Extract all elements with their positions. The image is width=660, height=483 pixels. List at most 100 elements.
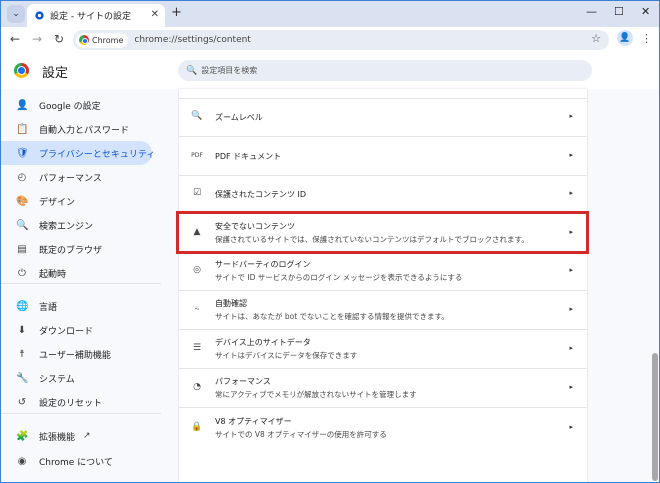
sidebar-item-label: Chrome について — [39, 457, 113, 468]
scrollbar-thumb[interactable] — [652, 353, 658, 481]
settings-row-auto-verify[interactable]: ⍨ 自動確認 サイトは、あなたが bot でないことを確認する情報を提供できます。 ▸ — [179, 292, 587, 328]
sidebar-item-0[interactable]: 👤 Google の設定 — [1, 93, 152, 117]
row-title: V8 オプティマイザー — [215, 417, 292, 426]
chevron-right-icon: ▸ — [569, 151, 573, 159]
tab-settings[interactable]: 設定 - サイトの設定 ✕ — [27, 4, 165, 27]
performance-icon: ◔ — [193, 382, 201, 392]
address-bar[interactable]: Chrome chrome://settings/content ☆ — [73, 30, 609, 50]
sidebar-item-13[interactable]: 🧩 拡張機能 ↗ — [1, 424, 152, 448]
sidebar-item-label: 既定のブラウザ — [39, 245, 103, 256]
row-separator — [179, 407, 587, 408]
sidebar-item-label: ユーザー補助機能 — [39, 350, 111, 361]
sidebar-item-label: Google の設定 — [39, 101, 101, 112]
sidebar-item-label: システム — [39, 374, 75, 385]
chevron-right-icon: ▸ — [569, 266, 573, 274]
third-party-signin-icon: ◎ — [193, 265, 201, 275]
chip-label: Chrome — [92, 35, 124, 45]
sidebar-item-2[interactable]: 🛡 プライバシーとセキュリティ — [1, 141, 156, 165]
settings-row-protected-content[interactable]: ☑ 保護されたコンテンツ ID ▸ — [179, 176, 587, 212]
reload-button[interactable]: ↻ — [54, 32, 64, 46]
row-description: サイトは、あなたが bot でないことを確認する情報を提供できます。 — [215, 312, 449, 321]
shield-icon: 🛡 — [16, 147, 29, 159]
pdf-icon: PDF — [191, 152, 203, 159]
sidebar-item-11[interactable]: 🔧 システム — [1, 366, 152, 390]
row-text: パフォーマンス 常にアクティブでメモリが解放されないサイトを管理します — [215, 376, 417, 400]
row-title: ズームレベル — [215, 113, 263, 122]
sidebar-item-label: プライバシーとセキュリティ — [39, 149, 156, 160]
chevron-right-icon: ▸ — [569, 305, 573, 313]
row-title: 保護されたコンテンツ ID — [215, 190, 307, 199]
row-text: 自動確認 サイトは、あなたが bot でないことを確認する情報を提供できます。 — [215, 298, 449, 322]
sidebar-item-12[interactable]: ↺ 設定のリセット — [1, 390, 152, 414]
back-button[interactable]: ← — [10, 32, 20, 46]
chevron-right-icon: ▸ — [569, 189, 573, 197]
row-title: デバイス上のサイトデータ — [215, 338, 311, 347]
sidebar-item-14[interactable]: ◉ Chrome について — [1, 449, 152, 473]
sidebar-item-9[interactable]: ⬇ ダウンロード — [1, 318, 152, 342]
row-text: PDF ドキュメント — [215, 151, 281, 162]
site-info-chip[interactable]: Chrome — [76, 32, 129, 48]
settings-row-third-party-signin[interactable]: ◎ サードパーティのログインサイトで ID サービスからのログイン メッセージを表… — [179, 253, 587, 289]
download-icon: ⬇ — [17, 324, 27, 336]
row-separator — [179, 136, 587, 137]
search-icon: 🔍 — [186, 65, 198, 76]
sidebar-item-8[interactable]: 🌐 言語 — [1, 294, 152, 318]
sidebar-divider — [1, 283, 161, 284]
history-icon: ↺ — [17, 396, 27, 408]
chevron-right-icon: ▸ — [569, 383, 573, 391]
sidebar-item-label: 設定のリセット — [39, 398, 103, 409]
power-icon: ⏻ — [18, 267, 26, 279]
settings-row-magnifier[interactable]: 🔍 ズームレベル ▸ — [179, 99, 587, 135]
protected-content-icon: ☑ — [192, 188, 202, 198]
sidebar-item-label: 言語 — [39, 302, 58, 313]
row-text: ズームレベル — [215, 112, 263, 123]
sidebar-item-10[interactable]: ☨ ユーザー補助機能 — [1, 342, 152, 366]
new-tab-button[interactable]: + — [171, 5, 182, 20]
sidebar-item-7[interactable]: ⏻ 起動時 — [1, 261, 152, 285]
maximize-button[interactable]: ☐ — [614, 5, 624, 18]
more-menu-icon[interactable]: ⋮ — [641, 32, 652, 45]
row-description: サイトで ID サービスからのログイン メッセージを表示できるようにする — [215, 273, 463, 282]
settings-row-lock[interactable]: 🔒 V8 オプティマイザー サイトでの V8 オプティマイザーの使用を許可する ▸ — [179, 410, 587, 446]
chrome-logo-icon — [79, 35, 89, 45]
sidebar-item-label: 自動入力とパスワード — [39, 125, 130, 136]
sidebar-item-5[interactable]: 🔍 検索エンジン — [1, 213, 152, 237]
page-title: 設定 — [42, 66, 69, 81]
row-title: サードパーティのログイン — [215, 260, 311, 269]
row-title: PDF ドキュメント — [215, 152, 282, 161]
globe-icon: 🌐 — [16, 300, 29, 312]
external-link-icon: ↗ — [83, 431, 91, 441]
settings-row-performance[interactable]: ◔ パフォーマンス 常にアクティブでメモリが解放されないサイトを管理します ▸ — [179, 370, 587, 406]
chrome-logo-icon — [14, 63, 29, 78]
minimize-button[interactable]: — — [586, 5, 597, 18]
forward-button[interactable]: → — [32, 32, 42, 46]
url-text[interactable]: chrome://settings/content — [134, 35, 250, 45]
row-text: サードパーティのログインサイトで ID サービスからのログイン メッセージを表示… — [215, 259, 462, 283]
sidebar-item-6[interactable]: ▤ 既定のブラウザ — [1, 237, 152, 261]
tab-search-button[interactable]: ⌄ — [7, 5, 25, 23]
person-icon: 👤 — [619, 33, 631, 43]
site-settings-panel: 🔍 ズームレベル ▸ PDF PDF ドキュメント ▸ ☑ 保護されたコンテンツ ID ▸ ▲ 安全… — [179, 89, 587, 482]
sidebar-item-3[interactable]: ◴ パフォーマンス — [1, 165, 152, 189]
chrome-icon: ◉ — [17, 455, 27, 467]
search-icon: 🔍 — [16, 219, 29, 231]
person-icon: 👤 — [16, 99, 29, 111]
row-separator — [179, 329, 587, 330]
settings-row-pdf[interactable]: PDF PDF ドキュメント ▸ — [179, 138, 587, 174]
sidebar-divider — [1, 413, 161, 414]
row-text: 保護されたコンテンツ ID — [215, 189, 306, 200]
sidebar-item-label: ダウンロード — [39, 326, 94, 337]
browser-icon: ▤ — [17, 243, 27, 255]
profile-avatar[interactable]: 👤 — [617, 30, 633, 46]
row-separator — [179, 290, 587, 291]
settings-search-input[interactable]: 🔍 設定項目を検索 — [178, 60, 592, 81]
close-window-button[interactable]: ✕ — [641, 5, 650, 18]
bookmark-star-icon[interactable]: ☆ — [591, 32, 601, 45]
auto-verify-icon: ⍨ — [194, 304, 200, 314]
row-text: デバイス上のサイトデータ サイトはデバイスにデータを保存できます — [215, 337, 357, 361]
settings-row-database[interactable]: ☰ デバイス上のサイトデータ サイトはデバイスにデータを保存できます ▸ — [179, 331, 587, 367]
row-description: 常にアクティブでメモリが解放されないサイトを管理します — [215, 390, 417, 399]
sidebar-item-4[interactable]: 🎨 デザイン — [1, 189, 152, 213]
close-tab-icon[interactable]: ✕ — [151, 9, 159, 20]
sidebar-item-1[interactable]: 📋 自動入力とパスワード — [1, 117, 152, 141]
